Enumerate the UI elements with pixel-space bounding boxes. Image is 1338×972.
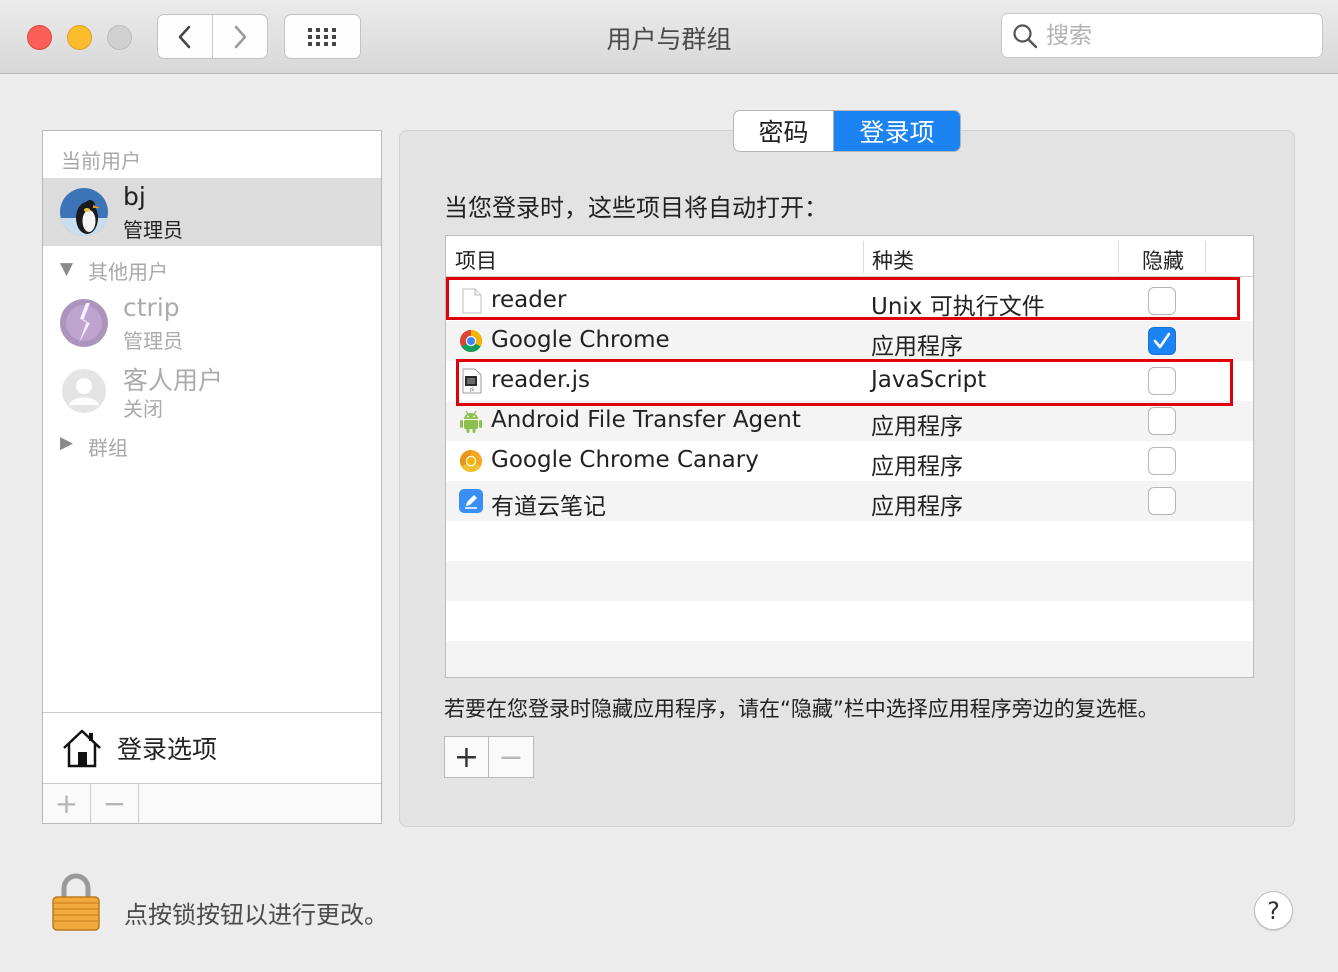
hide-checkbox[interactable] <box>1148 407 1176 435</box>
disclosure-triangle-expanded-icon[interactable]: ▼ <box>60 259 73 279</box>
android-icon <box>460 410 482 433</box>
tab-login-items[interactable]: 登录项 <box>834 111 960 151</box>
column-divider <box>1118 241 1119 273</box>
user-role: 管理员 <box>123 329 183 353</box>
login-items-toolbar: + − <box>444 736 534 778</box>
highlight-box <box>456 359 1233 406</box>
column-header-kind[interactable]: 种类 <box>872 245 914 275</box>
user-row-ctrip[interactable]: ctrip 管理员 <box>43 289 381 357</box>
table-row[interactable]: Google Chrome Canary 应用程序 <box>446 441 1253 481</box>
youdao-note-icon <box>459 489 483 513</box>
user-name: ctrip <box>123 293 180 322</box>
google-chrome-icon <box>460 330 482 352</box>
item-name: Android File Transfer Agent <box>491 407 801 433</box>
table-header: 项目 种类 隐藏 <box>446 236 1253 277</box>
remove-login-item-button[interactable]: − <box>489 737 533 777</box>
title-bar: 用户与群组 <box>0 0 1338 74</box>
item-name: Google Chrome Canary <box>491 447 759 473</box>
login-options-label: 登录选项 <box>117 735 218 764</box>
lock-message: 点按锁按钮以进行更改。 <box>124 901 388 929</box>
intro-text: 当您登录时，这些项目将自动打开： <box>444 194 828 222</box>
item-name: Google Chrome <box>491 327 670 353</box>
tab-password[interactable]: 密码 <box>734 111 834 151</box>
checkmark-icon <box>1153 332 1171 349</box>
user-row-bj[interactable]: bj 管理员 <box>43 178 381 246</box>
tab-bar: 密码 登录项 <box>733 110 961 152</box>
column-divider <box>1205 241 1206 273</box>
groups-header: 群组 <box>88 436 128 460</box>
column-divider <box>863 241 864 273</box>
lightning-avatar <box>60 299 108 347</box>
chrome-canary-icon <box>460 450 482 472</box>
user-role: 关闭 <box>123 397 163 421</box>
other-users-header: 其他用户 <box>88 260 168 284</box>
add-user-button[interactable]: + <box>43 784 91 823</box>
sidebar-toolbar: + − <box>43 783 381 823</box>
user-role: 管理员 <box>123 218 183 242</box>
column-header-item[interactable]: 项目 <box>455 245 497 275</box>
item-kind: 应用程序 <box>871 334 963 360</box>
item-kind: 应用程序 <box>871 454 963 480</box>
lock-icon[interactable] <box>50 872 102 932</box>
hint-text: 若要在您登录时隐藏应用程序，请在“隐藏”栏中选择应用程序旁边的复选框。 <box>444 697 1159 721</box>
house-icon <box>63 729 101 768</box>
empty-row <box>446 521 1253 561</box>
current-users-header: 当前用户 <box>61 149 141 173</box>
empty-row <box>446 601 1253 641</box>
empty-row <box>446 561 1253 601</box>
highlight-box <box>446 277 1240 320</box>
remove-user-button[interactable]: − <box>91 784 139 823</box>
item-kind: 应用程序 <box>871 414 963 440</box>
table-row[interactable]: Android File Transfer Agent 应用程序 <box>446 401 1253 441</box>
search-input[interactable] <box>1046 22 1306 49</box>
user-name: 客人用户 <box>123 366 224 395</box>
guest-user-icon <box>60 367 108 415</box>
disclosure-triangle-collapsed-icon[interactable]: ▶ <box>60 433 73 453</box>
hide-checkbox[interactable] <box>1148 447 1176 475</box>
item-name: 有道云笔记 <box>491 494 606 520</box>
column-header-hide[interactable]: 隐藏 <box>1142 245 1184 275</box>
search-field[interactable] <box>1001 13 1323 58</box>
help-button[interactable]: ? <box>1254 891 1293 930</box>
search-icon <box>1013 23 1038 48</box>
login-options-item[interactable]: 登录选项 <box>43 713 381 783</box>
hide-checkbox[interactable] <box>1148 327 1176 355</box>
user-name: bj <box>123 182 146 211</box>
empty-row <box>446 641 1253 677</box>
penguin-avatar <box>60 188 108 236</box>
table-row[interactable]: 有道云笔记 应用程序 <box>446 481 1253 521</box>
hide-checkbox[interactable] <box>1148 487 1176 515</box>
add-login-item-button[interactable]: + <box>445 737 489 777</box>
user-row-guest[interactable]: 客人用户 关闭 <box>43 357 381 425</box>
users-sidebar: 当前用户 bj 管理员 ▼ 其他用户 ctrip 管理员 客人用户 关闭 ▶ 群… <box>42 130 382 824</box>
item-kind: 应用程序 <box>871 494 963 520</box>
table-row[interactable]: Google Chrome 应用程序 <box>446 321 1253 361</box>
